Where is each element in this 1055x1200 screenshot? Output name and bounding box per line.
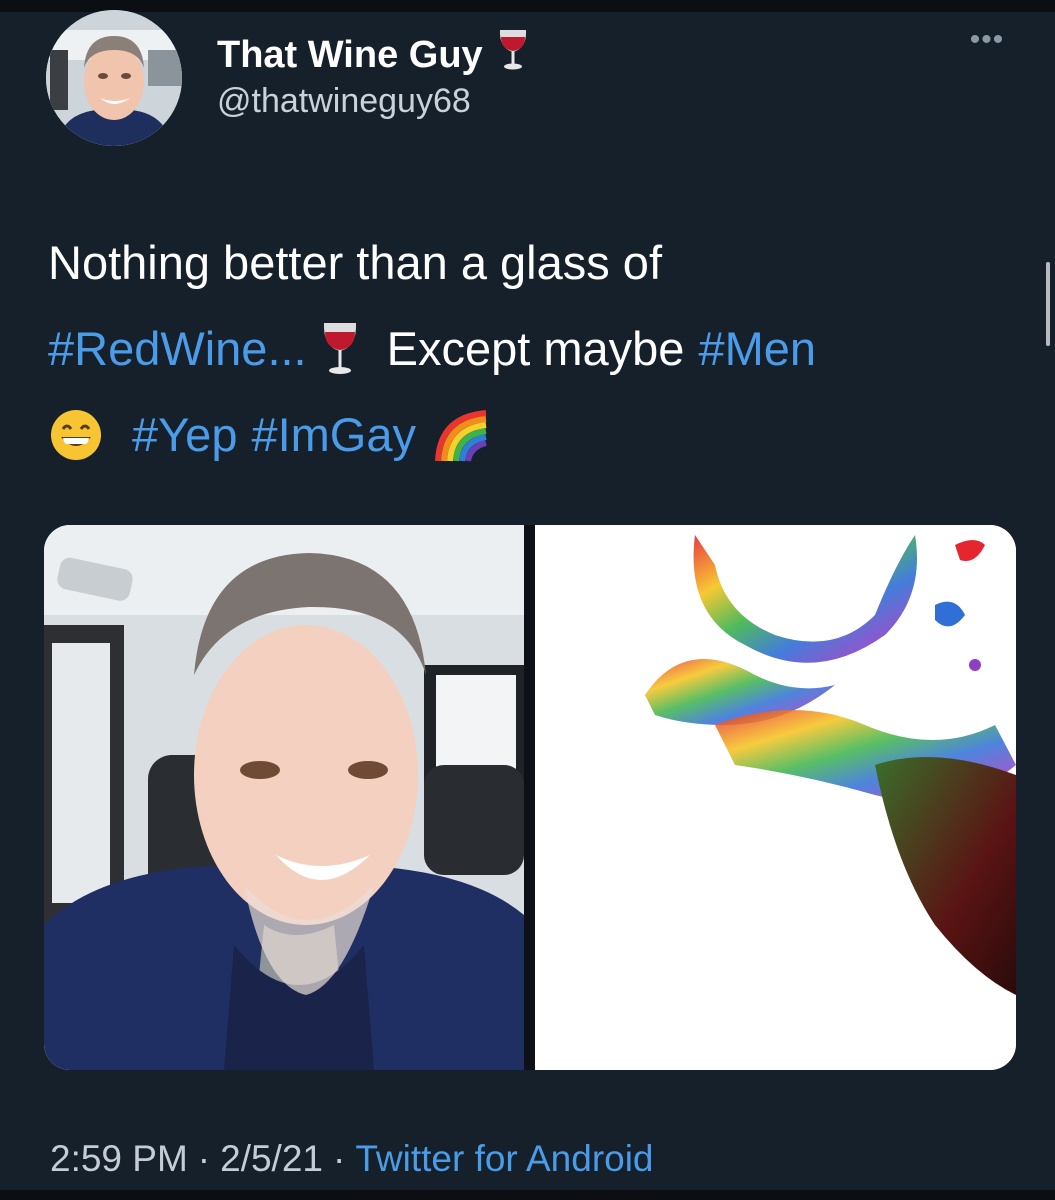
- tweet-text-line-3: #Yep #ImGay: [48, 392, 1033, 478]
- rainbow-icon: [430, 407, 490, 463]
- author-display-name[interactable]: That Wine Guy: [217, 28, 529, 82]
- media-photo-selfie[interactable]: [44, 525, 524, 1070]
- author-handle[interactable]: @thatwineguy68: [217, 82, 471, 121]
- grinning-face-icon: [48, 407, 104, 463]
- media-photo-rainbow-wine[interactable]: [535, 525, 1016, 1070]
- tweet-text-line-1: Nothing better than a glass of: [48, 220, 1033, 306]
- tweet-source-link[interactable]: Twitter for Android: [355, 1138, 653, 1179]
- separator-dot: ·: [197, 1138, 211, 1179]
- hashtag-redwine[interactable]: #RedWine...: [48, 306, 307, 392]
- bottom-edge: [0, 1190, 1055, 1200]
- scrollbar-thumb[interactable]: [1046, 262, 1050, 346]
- wine-glass-icon: [321, 321, 359, 377]
- tweet-date[interactable]: 2/5/21: [220, 1138, 323, 1179]
- hashtag-imgay[interactable]: #ImGay: [251, 392, 416, 478]
- tweet-text: Nothing better than a glass of #RedWine.…: [48, 220, 1033, 478]
- more-options-button[interactable]: •••: [964, 25, 1010, 60]
- display-name-text: That Wine Guy: [217, 33, 483, 76]
- separator-dot: ·: [333, 1138, 346, 1179]
- rainbow-wine-image: [535, 525, 1016, 1070]
- wine-glass-icon: [497, 28, 529, 82]
- tweet-card: That Wine Guy @thatwineguy68 ••• Nothing…: [0, 0, 1055, 1200]
- tweet-text-except: Except maybe: [386, 322, 685, 375]
- hashtag-yep[interactable]: #Yep: [132, 392, 237, 478]
- tweet-text-line-2: #RedWine... Except maybe #Men: [48, 306, 1033, 392]
- tweet-metadata: 2:59 PM · 2/5/21 · Twitter for Android: [50, 1138, 654, 1180]
- selfie-image: [44, 525, 524, 1070]
- tweet-time[interactable]: 2:59 PM: [50, 1138, 188, 1179]
- author-avatar[interactable]: [46, 10, 182, 146]
- media-grid: [44, 525, 1016, 1070]
- hashtag-men[interactable]: #Men: [698, 306, 816, 392]
- tweet-text-intro: Nothing better than a glass of: [48, 236, 663, 289]
- avatar-photo: [46, 10, 182, 146]
